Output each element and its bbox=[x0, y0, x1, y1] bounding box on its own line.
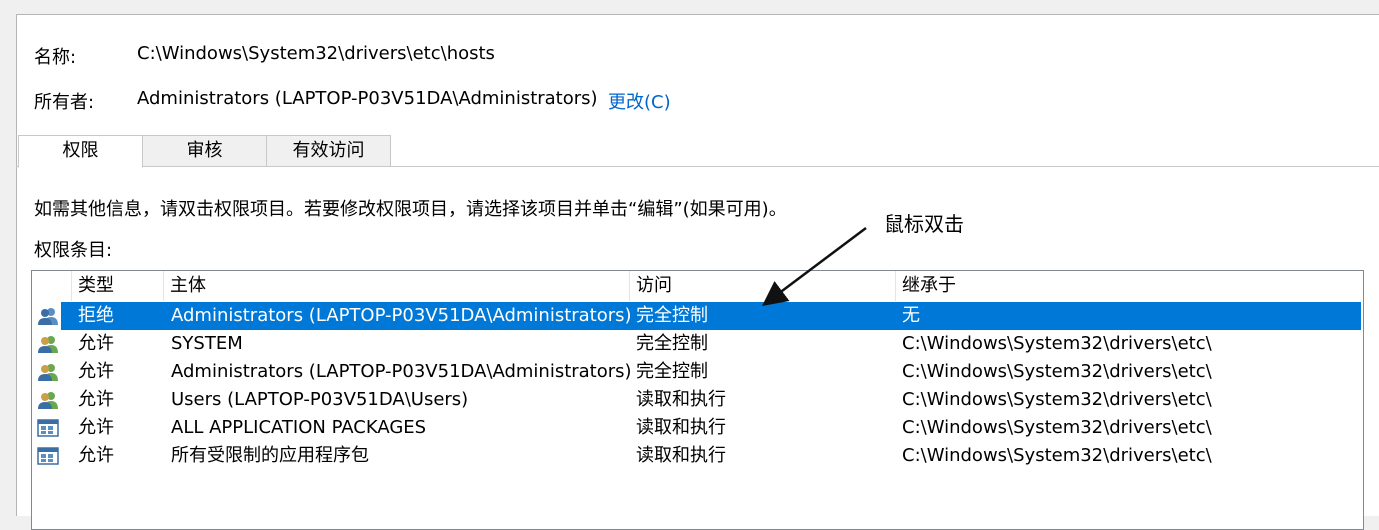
row-principal: ALL APPLICATION PACKAGES bbox=[171, 417, 427, 438]
tab-permissions[interactable]: 权限 bbox=[18, 135, 143, 168]
tab-effective-access[interactable]: 有效访问 bbox=[266, 135, 391, 166]
row-type: 允许 bbox=[78, 445, 114, 466]
app-package-icon bbox=[37, 419, 59, 437]
users-group-icon bbox=[38, 392, 58, 409]
users-group-icon bbox=[38, 364, 58, 381]
row-principal: Administrators (LAPTOP-P03V51DA\Administ… bbox=[171, 305, 632, 326]
owner-value: Administrators (LAPTOP-P03V51DA\Administ… bbox=[137, 88, 598, 109]
users-group-icon bbox=[38, 336, 58, 353]
table-row[interactable]: 允许 ALL APPLICATION PACKAGES 读取和执行 C:\Win… bbox=[32, 414, 1363, 442]
row-inherited: C:\Windows\System32\drivers\etc\ bbox=[902, 333, 1212, 354]
app-package-icon bbox=[37, 447, 59, 465]
column-header-icon bbox=[32, 271, 72, 301]
row-access: 完全控制 bbox=[636, 333, 708, 354]
row-inherited: C:\Windows\System32\drivers\etc\ bbox=[902, 361, 1212, 382]
row-principal: 所有受限制的应用程序包 bbox=[171, 445, 369, 466]
annotation-label: 鼠标双击 bbox=[884, 212, 964, 236]
row-access: 完全控制 bbox=[636, 361, 708, 382]
list-header: 类型 主体 访问 继承于 bbox=[32, 271, 1363, 301]
row-principal: Administrators (LAPTOP-P03V51DA\Administ… bbox=[171, 361, 632, 382]
owner-label: 所有者: bbox=[34, 92, 95, 113]
permission-entries-label: 权限条目: bbox=[34, 240, 113, 261]
row-access: 完全控制 bbox=[636, 305, 708, 326]
permission-entries-list[interactable]: 类型 主体 访问 继承于 拒绝 Administrators (LAPTOP-P… bbox=[31, 270, 1364, 530]
row-type: 允许 bbox=[78, 361, 114, 382]
column-header-access[interactable]: 访问 bbox=[630, 271, 896, 301]
row-principal: Users (LAPTOP-P03V51DA\Users) bbox=[171, 389, 469, 410]
row-principal: SYSTEM bbox=[171, 333, 243, 354]
table-row[interactable]: 允许 所有受限制的应用程序包 读取和执行 C:\Windows\System32… bbox=[32, 442, 1363, 470]
row-type: 允许 bbox=[78, 389, 114, 410]
tab-auditing[interactable]: 审核 bbox=[142, 135, 267, 166]
row-inherited: 无 bbox=[902, 305, 920, 326]
row-inherited: C:\Windows\System32\drivers\etc\ bbox=[902, 417, 1212, 438]
row-type: 允许 bbox=[78, 333, 114, 354]
row-access: 读取和执行 bbox=[636, 389, 726, 410]
row-inherited: C:\Windows\System32\drivers\etc\ bbox=[902, 389, 1212, 410]
row-access: 读取和执行 bbox=[636, 417, 726, 438]
row-access: 读取和执行 bbox=[636, 445, 726, 466]
table-row[interactable]: 允许 Users (LAPTOP-P03V51DA\Users) 读取和执行 C… bbox=[32, 386, 1363, 414]
table-row[interactable]: 允许 SYSTEM 完全控制 C:\Windows\System32\drive… bbox=[32, 330, 1363, 358]
table-row[interactable]: 允许 Administrators (LAPTOP-P03V51DA\Admin… bbox=[32, 358, 1363, 386]
column-header-type[interactable]: 类型 bbox=[72, 271, 164, 301]
file-path-value: C:\Windows\System32\drivers\etc\hosts bbox=[137, 43, 495, 64]
instructions-text: 如需其他信息，请双击权限项目。若要修改权限项目，请选择该项目并单击“编辑”(如果… bbox=[34, 199, 787, 220]
row-inherited: C:\Windows\System32\drivers\etc\ bbox=[902, 445, 1212, 466]
users-group-icon bbox=[38, 308, 58, 325]
column-header-inherited[interactable]: 继承于 bbox=[896, 271, 1363, 301]
row-type: 允许 bbox=[78, 417, 114, 438]
column-header-principal[interactable]: 主体 bbox=[164, 271, 630, 301]
row-type: 拒绝 bbox=[78, 305, 114, 326]
tab-strip: 权限 审核 有效访问 bbox=[16, 135, 1379, 168]
change-owner-link[interactable]: 更改(C) bbox=[608, 88, 671, 114]
table-row[interactable]: 拒绝 Administrators (LAPTOP-P03V51DA\Admin… bbox=[32, 302, 1363, 330]
name-label: 名称: bbox=[34, 47, 77, 68]
